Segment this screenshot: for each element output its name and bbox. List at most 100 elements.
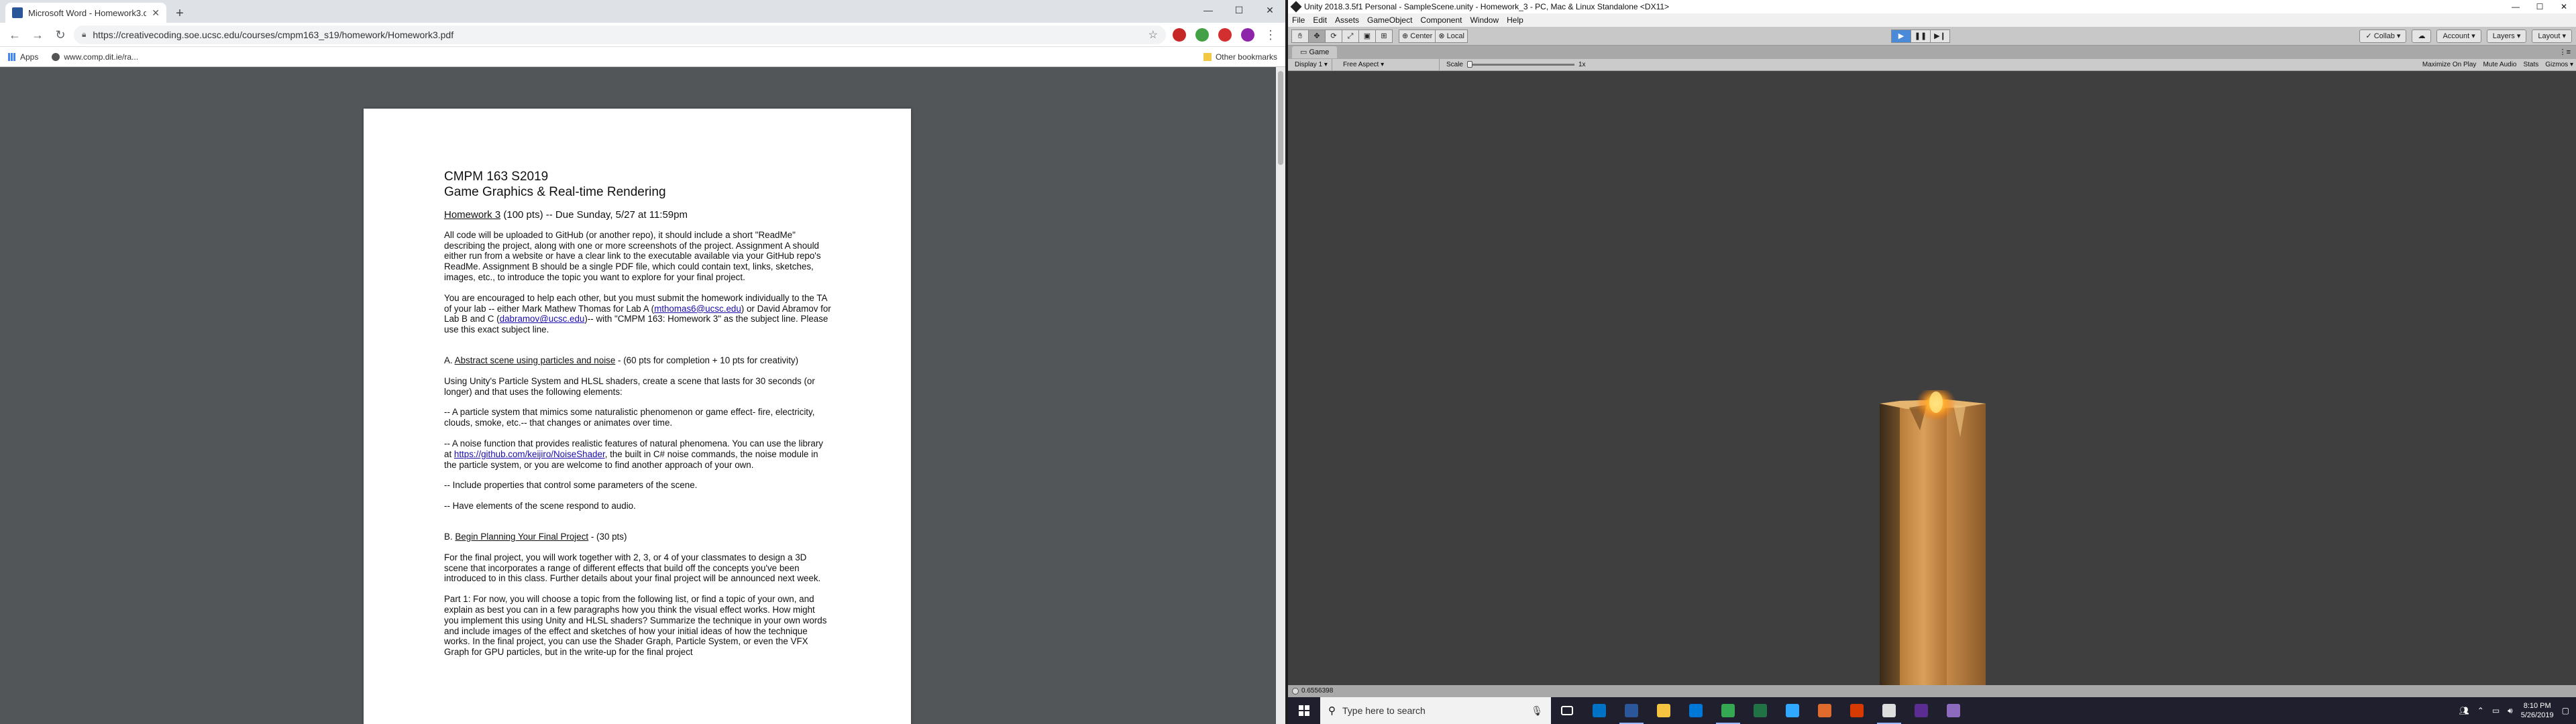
bookmark-apps[interactable]: Apps	[8, 52, 38, 62]
browser-tab[interactable]: Microsoft Word - Homework3.d ✕	[5, 3, 166, 23]
minimize-icon[interactable]: —	[2504, 0, 2528, 13]
maximize-on-play-toggle[interactable]: Maximize On Play	[2422, 59, 2477, 71]
word-icon	[1625, 704, 1638, 717]
pivot-icon: ⊕	[1402, 32, 1411, 40]
menu-assets[interactable]: Assets	[1335, 15, 1359, 25]
vertical-scrollbar[interactable]	[1276, 67, 1285, 724]
maximize-icon[interactable]: ☐	[1224, 0, 1254, 20]
taskbar-app[interactable]	[1937, 697, 1970, 724]
extension-red-icon[interactable]	[1218, 27, 1232, 42]
toolbar-right: ✓ Collab ▾ ☁ Account ▾ Layers ▾ Layout ▾	[2359, 29, 2572, 43]
taskbar-app[interactable]	[1680, 697, 1712, 724]
tab-game[interactable]: ▭ Game	[1292, 46, 1338, 58]
console-message[interactable]: 0.6556398	[1301, 685, 1333, 697]
scale-label: Scale	[1446, 61, 1463, 68]
gizmos-dropdown[interactable]: Gizmos ▾	[2545, 59, 2573, 71]
taskbar-app[interactable]	[1873, 697, 1905, 724]
step-icon[interactable]: ▶❙	[1930, 29, 1950, 43]
forward-icon[interactable]: →	[28, 25, 47, 44]
section-b-paragraph-2: Part 1: For now, you will choose a topic…	[444, 594, 827, 658]
email-link-mthomas[interactable]: mthomas6@ucsc.edu	[654, 304, 741, 314]
info-icon	[1292, 688, 1299, 695]
stats-toggle[interactable]: Stats	[2523, 59, 2538, 71]
menu-component[interactable]: Component	[1420, 15, 1462, 25]
new-tab-button[interactable]: +	[170, 4, 189, 23]
noise-shader-link[interactable]: https://github.com/keijiro/NoiseShader	[454, 449, 605, 459]
photoshop-icon	[1786, 704, 1799, 717]
pdf-viewer[interactable]: CMPM 163 S2019 Game Graphics & Real-time…	[0, 67, 1285, 724]
lock-icon[interactable]: 🔒︎	[82, 29, 86, 40]
layers-dropdown[interactable]: Layers ▾	[2486, 29, 2527, 43]
menu-file[interactable]: File	[1292, 15, 1305, 25]
scale-slider[interactable]	[1466, 61, 1574, 68]
minimize-icon[interactable]: —	[1193, 0, 1224, 20]
url-text[interactable]: https://creativecoding.soe.ucsc.edu/cour…	[93, 29, 1141, 40]
taskbar-app[interactable]	[1712, 697, 1744, 724]
cloud-button[interactable]: ☁	[2412, 29, 2432, 43]
mute-audio-toggle[interactable]: Mute Audio	[2483, 59, 2516, 71]
microphone-icon[interactable]: 🎙︎	[1531, 705, 1543, 717]
account-dropdown[interactable]: Account ▾	[2436, 29, 2481, 43]
game-viewport[interactable]	[1288, 71, 2576, 685]
pause-icon[interactable]: ❚❚	[1911, 29, 1931, 43]
panel-options-icon[interactable]: ⋮≡	[2559, 48, 2571, 56]
taskbar-app[interactable]	[1841, 697, 1873, 724]
rect-tool-icon[interactable]: ▣	[1358, 29, 1376, 43]
people-icon[interactable]: 👥︎	[2459, 706, 2469, 715]
close-tab-icon[interactable]: ✕	[152, 7, 160, 19]
layout-dropdown[interactable]: Layout ▾	[2532, 29, 2572, 43]
bookmark-star-icon[interactable]: ☆	[1148, 28, 1158, 42]
rotate-tool-icon[interactable]: ⟳	[1325, 29, 1342, 43]
taskbar-app[interactable]	[1776, 697, 1809, 724]
scale-tool-icon[interactable]: ⤢	[1342, 29, 1359, 43]
space-local-button[interactable]: ⊗ Local	[1435, 29, 1468, 43]
aspect-dropdown[interactable]: Free Aspect ▾	[1339, 58, 1440, 71]
notifications-icon[interactable]: ▢	[2562, 706, 2569, 715]
pivot-center-button[interactable]: ⊕ Center	[1399, 29, 1436, 43]
taskbar-search[interactable]: ⚲ Type here to search 🎙︎	[1320, 697, 1551, 724]
taskbar-app[interactable]	[1648, 697, 1680, 724]
unity-status-bar[interactable]: 0.6556398	[1288, 685, 2576, 697]
bookmark-comp-dit[interactable]: www.comp.dit.ie/ra...	[52, 52, 138, 62]
extension-green-icon[interactable]	[1195, 27, 1209, 42]
display-dropdown[interactable]: Display 1 ▾	[1291, 58, 1332, 71]
menu-gameobject[interactable]: GameObject	[1367, 15, 1412, 25]
windows-logo-icon	[1299, 705, 1309, 716]
start-button[interactable]	[1288, 697, 1320, 724]
taskbar-app[interactable]	[1551, 697, 1583, 724]
menu-kebab-icon[interactable]: ⋮	[1261, 25, 1280, 44]
scrollbar-thumb[interactable]	[1278, 71, 1283, 165]
scale-slider-knob[interactable]	[1466, 61, 1472, 68]
text-run: A.	[444, 355, 455, 365]
extension-shield-icon[interactable]	[1173, 27, 1186, 42]
taskbar-app[interactable]	[1744, 697, 1776, 724]
chevron-up-icon[interactable]: ⌃	[2477, 706, 2484, 715]
transform-tool-icon[interactable]: ⊞	[1375, 29, 1393, 43]
email-link-dabramov[interactable]: dabramov@ucsc.edu	[500, 314, 585, 324]
profile-avatar[interactable]	[1241, 27, 1254, 42]
taskbar-app[interactable]	[1809, 697, 1841, 724]
game-controller-icon: ▭	[1300, 48, 1309, 56]
close-icon[interactable]: ✕	[2552, 0, 2576, 13]
section-a-heading: A. Abstract scene using particles and no…	[444, 355, 832, 366]
hand-tool-icon[interactable]: ✋︎	[1291, 29, 1309, 43]
play-icon[interactable]: ▶	[1891, 29, 1911, 43]
maximize-icon[interactable]: ☐	[2528, 0, 2552, 13]
address-bar[interactable]: 🔒︎ https://creativecoding.soe.ucsc.edu/c…	[74, 25, 1166, 44]
taskbar-clock[interactable]: 8:10 PM 5/26/2019	[2521, 701, 2554, 720]
move-tool-icon[interactable]: ✥	[1308, 29, 1326, 43]
reload-icon[interactable]: ↻	[51, 25, 70, 44]
menu-edit[interactable]: Edit	[1313, 15, 1327, 25]
back-icon[interactable]: ←	[5, 25, 24, 44]
other-bookmarks[interactable]: Other bookmarks	[1203, 52, 1277, 62]
taskbar-app[interactable]	[1615, 697, 1648, 724]
taskbar-app[interactable]	[1583, 697, 1615, 724]
taskbar-app[interactable]	[1905, 697, 1937, 724]
collab-button[interactable]: ✓ Collab ▾	[2359, 29, 2407, 43]
transform-tools: ✋︎ ✥ ⟳ ⤢ ▣ ⊞	[1291, 29, 1393, 43]
volume-icon[interactable]: 🔊︎	[2508, 706, 2513, 716]
close-icon[interactable]: ✕	[1254, 0, 1285, 20]
network-icon[interactable]: ▭	[2492, 706, 2500, 715]
menu-help[interactable]: Help	[1507, 15, 1523, 25]
menu-window[interactable]: Window	[1470, 15, 1499, 25]
